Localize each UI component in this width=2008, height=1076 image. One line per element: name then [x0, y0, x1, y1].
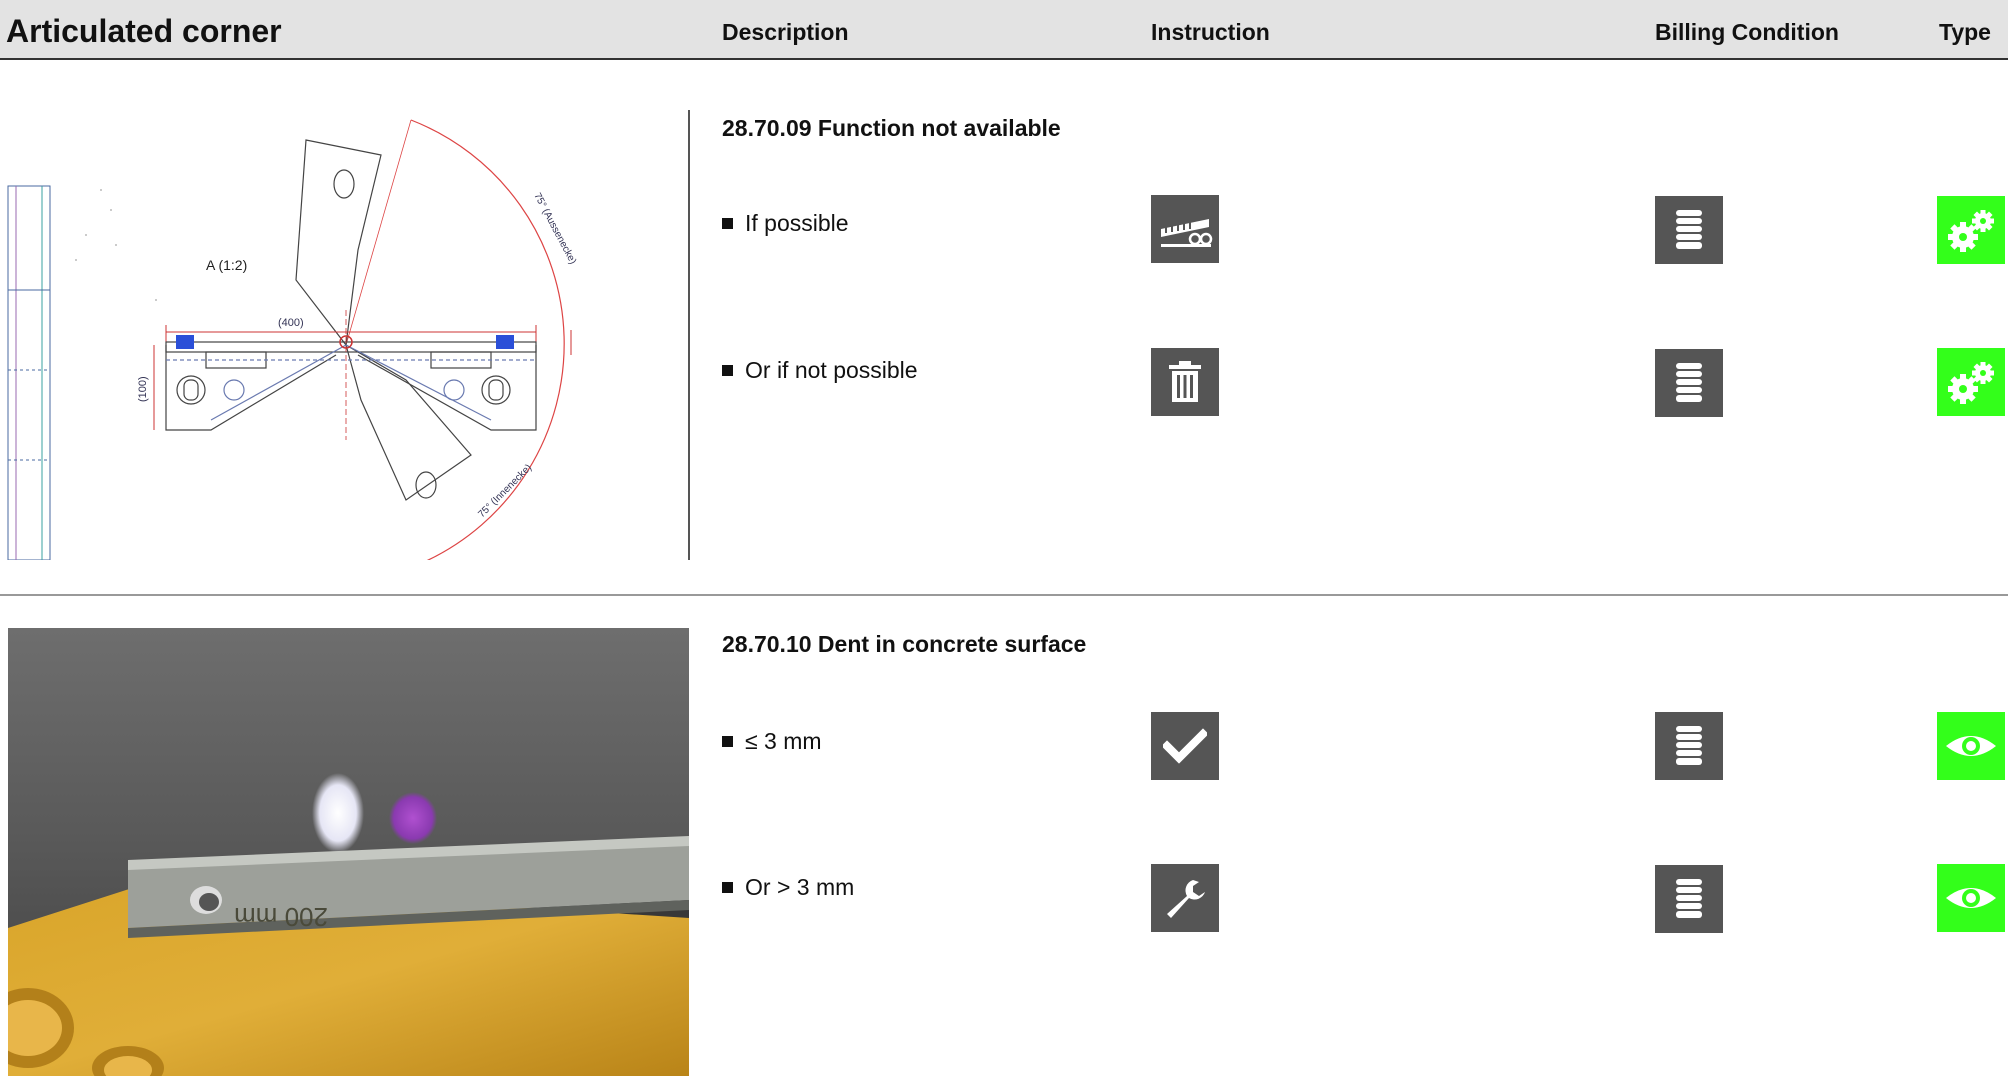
- bullet-icon: [722, 365, 733, 376]
- drawing-scale-label: A (1:2): [206, 257, 247, 273]
- drawing-dimension-height: (100): [137, 376, 149, 402]
- drawing-angle-outer: 75° (Aussenecke): [531, 191, 578, 266]
- grinding-machine-icon: [1151, 195, 1219, 263]
- coin-stack-icon: [1655, 865, 1723, 933]
- eye-icon: [1937, 864, 2005, 932]
- eye-icon: [1937, 712, 2005, 780]
- item-description: Or if not possible: [745, 357, 918, 383]
- column-header-description: Description: [722, 19, 849, 45]
- list-item: If possible: [722, 210, 849, 237]
- checkmark-icon: [1151, 712, 1219, 780]
- gears-icon: [1937, 348, 2005, 416]
- trash-icon: [1151, 348, 1219, 416]
- drawing-angle-inner: 75° (Innenecke): [476, 462, 534, 520]
- table-header: Articulated corner Description Instructi…: [0, 0, 2008, 60]
- list-item: Or > 3 mm: [722, 874, 854, 901]
- list-item: Or if not possible: [722, 357, 918, 384]
- item-description: Or > 3 mm: [745, 874, 855, 900]
- list-item: ≤ 3 mm: [722, 728, 822, 755]
- coin-stack-icon: [1655, 196, 1723, 264]
- coin-stack-icon: [1655, 349, 1723, 417]
- item-description: ≤ 3 mm: [745, 728, 822, 754]
- ruler-label: 200 mm: [234, 902, 328, 932]
- section-title: 28.70.09 Function not available: [722, 115, 1061, 141]
- section-title: 28.70.10 Dent in concrete surface: [722, 631, 1087, 657]
- item-description: If possible: [745, 210, 849, 236]
- technical-drawing: A (1:2) (400) (100) 75° (Aussenecke) 75°…: [6, 110, 686, 560]
- gears-icon: [1937, 196, 2005, 264]
- column-divider: [688, 110, 690, 560]
- bullet-icon: [722, 882, 733, 893]
- page-title: Articulated corner: [6, 13, 282, 49]
- column-header-type: Type: [1939, 19, 1991, 45]
- column-header-billing-condition: Billing Condition: [1655, 19, 1839, 45]
- wrench-icon: [1151, 864, 1219, 932]
- drawing-dimension-width: (400): [278, 317, 304, 329]
- column-header-instruction: Instruction: [1151, 19, 1270, 45]
- dent-photo: 200 mm: [8, 628, 689, 1076]
- bullet-icon: [722, 736, 733, 747]
- section-divider: [0, 594, 2008, 596]
- coin-stack-icon: [1655, 712, 1723, 780]
- bullet-icon: [722, 218, 733, 229]
